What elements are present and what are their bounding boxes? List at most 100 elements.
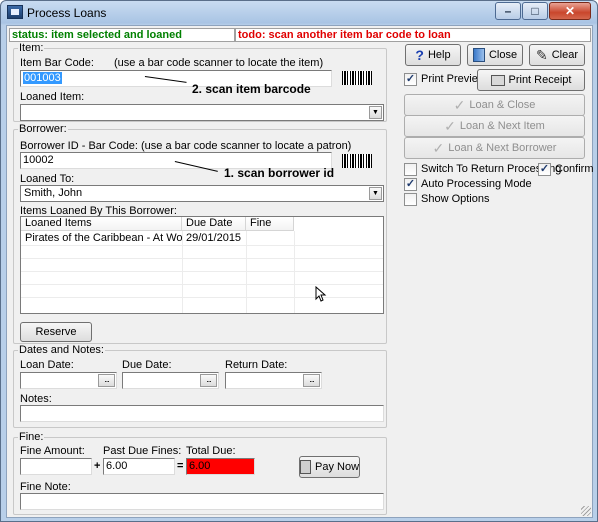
column-fine[interactable]: Fine	[246, 217, 294, 231]
borrower-group-title: Borrower:	[18, 123, 68, 135]
loaned-item-label: Loaned Item:	[20, 91, 85, 103]
table-row[interactable]: Pirates of the Caribbean - At World's E.…	[21, 232, 383, 245]
confirm-checkbox[interactable]: ✓ Confirm	[538, 163, 594, 176]
barcode-icon	[342, 154, 372, 168]
notes-input[interactable]	[20, 405, 384, 422]
item-barcode-hint: (use a bar code scanner to locate the it…	[114, 57, 324, 69]
reserve-button[interactable]: Reserve	[20, 322, 92, 342]
checkbox[interactable]: ✓	[404, 178, 417, 191]
loaned-to-combo[interactable]: Smith, John ▼	[20, 185, 384, 202]
status-message: status: item selected and loaned	[9, 28, 235, 42]
todo-message: todo: scan another item bar code to loan	[235, 28, 591, 42]
loan-next-item-label: Loan & Next Item	[459, 120, 545, 132]
equals-sign: =	[177, 460, 184, 472]
fine-amount-label: Fine Amount:	[20, 445, 85, 457]
borrower-group: Borrower: Borrower ID - Bar Code: (use a…	[13, 123, 387, 344]
confirm-label: Confirm	[555, 163, 594, 175]
cell-due-date: 29/01/2015	[186, 232, 242, 244]
fine-amount-input[interactable]	[20, 458, 92, 475]
grid-line	[21, 271, 383, 272]
minimize-icon: –	[504, 4, 512, 18]
loan-close-label: Loan & Close	[469, 99, 536, 111]
calculator-icon	[300, 460, 311, 475]
checkbox[interactable]: ✓	[404, 73, 417, 86]
app-icon	[7, 5, 23, 19]
title-bar[interactable]: Process Loans – □ ✕	[1, 1, 597, 25]
grid-line	[21, 245, 383, 246]
print-receipt-button[interactable]: Print Receipt	[477, 69, 585, 91]
checkbox[interactable]	[404, 193, 417, 206]
fine-group-title: Fine:	[18, 431, 45, 443]
past-due-input[interactable]: 6.00	[103, 458, 175, 475]
notes-label: Notes:	[20, 393, 52, 405]
past-due-value: 6.00	[106, 460, 128, 472]
clear-label: Clear	[551, 49, 579, 61]
printer-icon	[490, 74, 505, 86]
auto-processing-label: Auto Processing Mode	[421, 178, 532, 190]
loaned-to-value: Smith, John	[24, 187, 83, 199]
help-label: Help	[427, 49, 451, 61]
status-bar: status: item selected and loaned todo: s…	[9, 28, 591, 42]
list-header: Loaned Items Due Date Fine	[21, 217, 294, 231]
checkmark-icon: ✓	[432, 140, 445, 157]
date-picker-button[interactable]: ...	[98, 374, 115, 387]
return-date-input[interactable]: ...	[225, 372, 322, 389]
date-picker-button[interactable]: ...	[303, 374, 320, 387]
annotation-scan-borrower: 1. scan borrower id	[224, 166, 335, 180]
cell-fine	[246, 232, 294, 245]
column-due-date[interactable]: Due Date	[182, 217, 246, 231]
return-date-label: Return Date:	[225, 359, 288, 371]
print-preview-checkbox[interactable]: ✓ Print Preview	[404, 73, 486, 86]
loan-close-button[interactable]: ✓ Loan & Close	[404, 94, 585, 116]
cell-loaned-item: Pirates of the Caribbean - At World's E.…	[25, 232, 182, 244]
plus-sign: +	[94, 460, 101, 472]
borrower-id-value: 10002	[23, 154, 54, 166]
broom-icon: ✎	[535, 47, 548, 64]
chevron-down-icon[interactable]: ▼	[369, 106, 382, 119]
close-button[interactable]: Close	[467, 44, 523, 66]
past-due-label: Past Due Fines:	[103, 445, 182, 457]
door-icon	[472, 48, 485, 63]
items-loaned-list[interactable]: Loaned Items Due Date Fine Pirates of th…	[20, 216, 384, 314]
total-due-field: 6.00	[186, 458, 255, 475]
help-button[interactable]: ? Help	[405, 44, 461, 66]
close-icon: ✕	[564, 4, 576, 18]
close-label: Close	[488, 49, 518, 61]
date-picker-button[interactable]: ...	[200, 374, 217, 387]
total-due-value: 6.00	[189, 460, 211, 472]
auto-processing-checkbox[interactable]: ✓ Auto Processing Mode	[404, 178, 532, 191]
fine-note-input[interactable]	[20, 493, 384, 510]
loan-next-borrower-button[interactable]: ✓ Loan & Next Borrower	[404, 137, 585, 159]
window-title: Process Loans	[27, 6, 107, 20]
barcode-icon	[342, 71, 372, 85]
fine-group: Fine: Fine Amount: + Past Due Fines: 6.0…	[13, 431, 387, 515]
loan-date-input[interactable]: ...	[20, 372, 117, 389]
loan-next-item-button[interactable]: ✓ Loan & Next Item	[404, 115, 585, 137]
loaned-item-combo[interactable]: ▼	[20, 104, 384, 121]
checkbox[interactable]: ✓	[538, 163, 551, 176]
process-loans-window: Process Loans – □ ✕ status: item selecte…	[0, 0, 598, 522]
item-group-title: Item:	[18, 42, 45, 54]
checkbox[interactable]	[404, 163, 417, 176]
due-date-input[interactable]: ...	[122, 372, 219, 389]
dates-notes-group: Dates and Notes: Loan Date: ... Due Date…	[13, 344, 387, 428]
chevron-down-icon[interactable]: ▼	[369, 187, 382, 200]
resize-grip[interactable]	[581, 506, 591, 516]
show-options-checkbox[interactable]: Show Options	[404, 193, 489, 206]
maximize-icon: □	[531, 4, 539, 18]
close-window-button[interactable]: ✕	[549, 2, 591, 20]
client-area: status: item selected and loaned todo: s…	[6, 25, 594, 518]
pay-now-button[interactable]: Pay Now	[299, 456, 360, 478]
pay-now-label: Pay Now	[315, 461, 360, 473]
loaned-to-label: Loaned To:	[20, 173, 75, 185]
column-loaned-items[interactable]: Loaned Items	[21, 217, 182, 231]
caption-buttons: – □ ✕	[494, 2, 591, 20]
maximize-button[interactable]: □	[522, 2, 548, 20]
checkmark-icon: ✓	[453, 97, 466, 114]
borrower-id-label: Borrower ID - Bar Code:	[20, 140, 138, 152]
clear-button[interactable]: ✎ Clear	[529, 44, 585, 66]
show-options-label: Show Options	[421, 193, 490, 205]
mouse-cursor-icon	[315, 286, 327, 302]
due-date-label: Due Date:	[122, 359, 172, 371]
minimize-button[interactable]: –	[495, 2, 521, 20]
